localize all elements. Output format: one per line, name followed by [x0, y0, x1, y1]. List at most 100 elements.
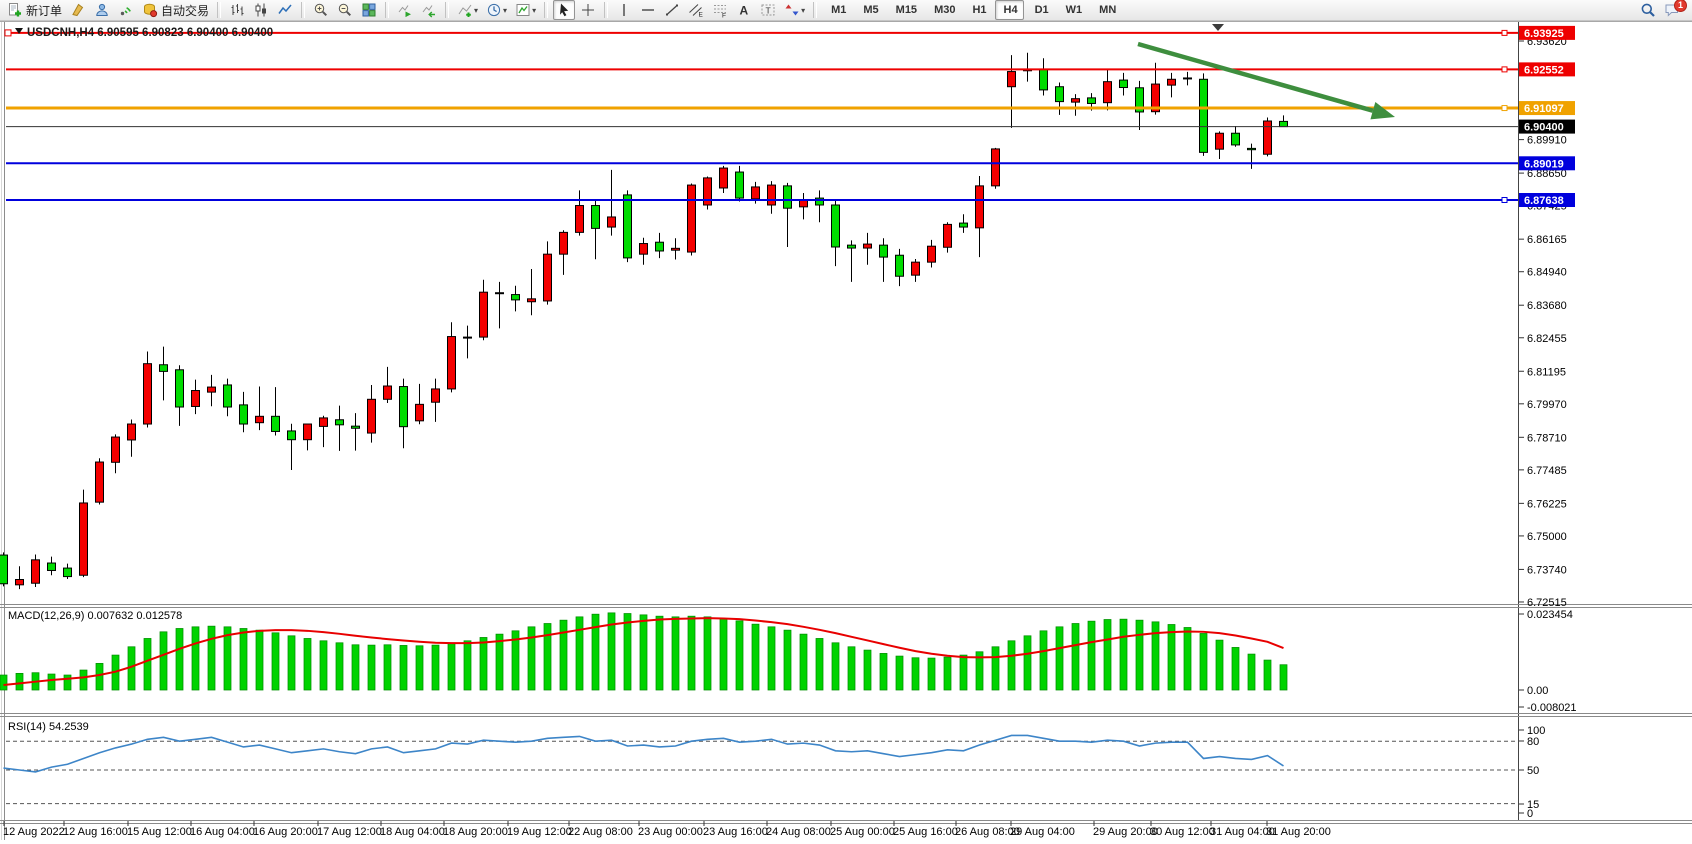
chart-area[interactable]: USDCNH,H4 6.90595 6.90823 6.90400 6.9040… [0, 0, 1692, 844]
styles-button[interactable] [67, 0, 89, 20]
zoom-in-icon [313, 2, 329, 18]
signals-button[interactable] [115, 0, 137, 20]
line-anchor-marker[interactable] [1502, 106, 1507, 111]
macd-bar [688, 616, 695, 690]
zoom-in-button[interactable] [310, 0, 332, 20]
tf-m30-button[interactable]: M30 [925, 0, 961, 20]
current-price-badge-text: 6.90400 [1524, 122, 1564, 134]
macd-bar [576, 617, 583, 690]
indicators-icon [457, 2, 473, 18]
equidistant-channel-button[interactable]: E [685, 0, 707, 20]
crosshair-button[interactable] [577, 0, 599, 20]
periods-icon [486, 2, 502, 18]
macd-bar [544, 624, 551, 691]
dropdown-caret-icon[interactable]: ▾ [801, 6, 805, 15]
line-chart-icon [277, 2, 293, 18]
application-window: 新订单 自动交易 ▾ ▾ ▾ E F AT ▾ M1M5M15M30H1H4D1 W1 MN 1 USD… [0, 0, 1692, 844]
price-level-badge-text: 6.87638 [1524, 195, 1564, 207]
toolbar-separator [445, 2, 449, 18]
toolbar-right-group: 1 [1636, 0, 1684, 20]
bar-chart-button[interactable] [226, 0, 248, 20]
dropdown-caret-icon[interactable]: ▾ [503, 6, 507, 15]
text-label-button[interactable]: T [757, 0, 779, 20]
tf-d1-button[interactable]: D1 [1026, 0, 1055, 20]
zoom-out-button[interactable] [334, 0, 356, 20]
tile-windows-button[interactable] [358, 0, 380, 20]
macd-bar [752, 624, 759, 690]
cursor-icon [556, 2, 572, 18]
macd-bar [1232, 647, 1239, 690]
new-order-button[interactable]: 新订单 [4, 0, 65, 20]
candlestick-button[interactable] [250, 0, 272, 20]
tf-h4-button[interactable]: H4 [995, 0, 1024, 20]
search-icon [1640, 2, 1656, 18]
tf-w1-button[interactable]: W1 [1057, 0, 1089, 20]
macd-bar [464, 641, 471, 690]
search-button[interactable] [1637, 0, 1659, 20]
dropdown-caret-icon[interactable]: ▾ [532, 6, 536, 15]
time-tick-label: 12 Aug 16:00 [63, 826, 128, 838]
macd-bar [368, 645, 375, 690]
macd-bar [48, 674, 55, 690]
trendline-button[interactable] [661, 0, 683, 20]
toolbar-separator [544, 2, 548, 18]
auto-trading-button-label: 自动交易 [161, 2, 209, 19]
main-toolbar: 新订单 自动交易 ▾ ▾ ▾ E F AT ▾ M1M5M15M30H1H4D1 W1 MN 1 [0, 0, 1692, 21]
macd-bar [1056, 627, 1063, 690]
autotrade-icon [142, 2, 158, 18]
macd-bar [352, 645, 359, 690]
time-tick-label: 31 Aug 20:00 [1266, 826, 1331, 838]
templates-button[interactable]: ▾ [512, 0, 539, 20]
tf-mn-button-label: MN [1099, 4, 1116, 16]
macd-bar [96, 663, 103, 690]
macd-bar [704, 617, 711, 690]
auto-trading-button[interactable]: 自动交易 [139, 0, 212, 20]
svg-text:E: E [699, 12, 704, 19]
periods-button[interactable]: ▾ [483, 0, 510, 20]
tf-m15-button[interactable]: M15 [887, 0, 923, 20]
line-anchor-marker[interactable] [5, 30, 11, 36]
arrows-button[interactable]: ▾ [781, 0, 808, 20]
horizontal-line-button[interactable] [637, 0, 659, 20]
line-anchor-marker[interactable] [1502, 30, 1507, 35]
time-tick-label: 16 Aug 04:00 [190, 826, 255, 838]
signal-icon [118, 2, 134, 18]
macd-bar [624, 614, 631, 690]
price-tick-label: 6.86165 [1527, 234, 1567, 246]
tf-w1-button-label: W1 [1066, 4, 1083, 16]
profile-icon [94, 2, 110, 18]
tf-mn-button[interactable]: MN [1090, 0, 1122, 20]
indicators-button[interactable]: ▾ [454, 0, 481, 20]
time-tick-label: 30 Aug 12:00 [1150, 826, 1215, 838]
time-tick-label: 18 Aug 04:00 [380, 826, 445, 838]
chat-button[interactable]: 1 [1661, 0, 1683, 20]
vertical-line-button[interactable] [613, 0, 635, 20]
dropdown-caret-icon[interactable]: ▾ [474, 6, 478, 15]
textlabel-icon: T [760, 2, 776, 18]
macd-bar [720, 619, 727, 690]
line-anchor-marker[interactable] [1502, 198, 1507, 203]
price-tick-label: 6.79970 [1527, 399, 1567, 411]
cursor-button[interactable] [553, 0, 575, 20]
tf-h1-button[interactable]: H1 [963, 0, 992, 20]
macd-bar [1184, 627, 1191, 690]
price-tick-label: 6.83680 [1527, 300, 1567, 312]
chart-shift-icon [421, 2, 437, 18]
svg-text:F: F [722, 13, 726, 19]
macd-bar [592, 614, 599, 690]
macd-scale-label: -0.008021 [1527, 702, 1577, 714]
chart-shift-button[interactable] [418, 0, 440, 20]
tf-m1-button[interactable]: M1 [822, 0, 852, 20]
time-tick-label: 12 Aug 2022 [3, 826, 65, 838]
line-anchor-marker[interactable] [1502, 67, 1507, 72]
tf-m5-button[interactable]: M5 [854, 0, 884, 20]
macd-scale-label: 0.023454 [1527, 609, 1573, 621]
price-tick-label: 6.81195 [1527, 366, 1566, 378]
fibonacci-button[interactable]: F [709, 0, 731, 20]
auto-scroll-button[interactable] [394, 0, 416, 20]
macd-bar [1280, 665, 1287, 690]
line-chart-button[interactable] [274, 0, 296, 20]
profile-button[interactable] [91, 0, 113, 20]
text-button[interactable]: A [733, 0, 755, 20]
toolbar-separator [217, 2, 221, 18]
